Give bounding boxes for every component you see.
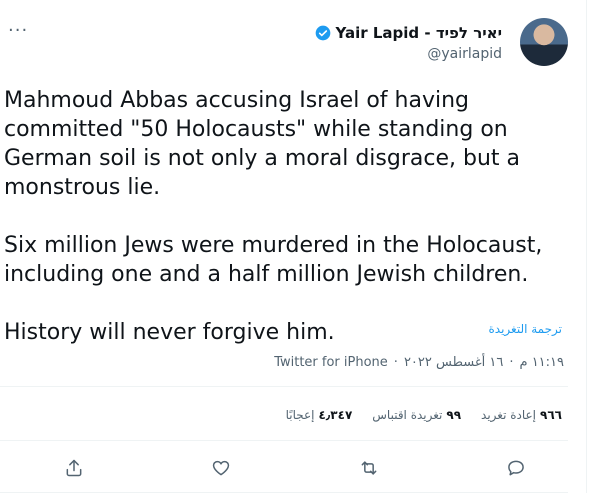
author-display-name[interactable]: Yair Lapid - יאיר לפיד [335,24,502,42]
retweet-icon [361,461,377,475]
verified-badge-icon [316,25,331,41]
quotes-count: ٩٩ [446,408,462,422]
tweet-actions [60,454,530,482]
tweet-text: Mahmoud Abbas accusing Israel of having … [4,86,574,347]
separator-dot: · [509,355,514,370]
divider [0,386,568,387]
retweets-count: ٩٦٦ [540,408,562,422]
quotes-label: تغريدة اقتباس [372,408,443,422]
reply-button[interactable] [502,454,530,482]
separator-dot: · [393,355,398,370]
retweet-button[interactable] [355,454,383,482]
likes-count: ٤٫٣٤٧ [318,408,353,422]
tweet-paragraph: Mahmoud Abbas accusing Israel of having … [4,88,521,200]
tweet-time[interactable]: ١١:١٩ م [520,355,565,370]
translate-tweet-link[interactable]: ترجمة التغريدة [488,322,562,336]
retweets-stat[interactable]: ٩٦٦ إعادة تغريد [481,408,562,422]
retweets-label: إعادة تغريد [481,408,537,422]
likes-stat[interactable]: ٤٫٣٤٧ إعجابًا [286,408,353,422]
tweet-stats: ٩٦٦ إعادة تغريد ٩٩ تغريدة اقتباس ٤٫٣٤٧ إ… [286,408,562,422]
like-button[interactable] [207,454,235,482]
quotes-stat[interactable]: ٩٩ تغريدة اقتباس [372,408,461,422]
share-icon [66,459,82,477]
divider [0,440,568,441]
reply-icon [508,460,524,476]
tweet-source[interactable]: Twitter for iPhone [274,355,388,370]
author-handle[interactable]: @yairlapid [427,46,502,62]
avatar[interactable] [520,18,568,66]
tweet-metadata: ١١:١٩ م · ١٦ أغسطس ٢٠٢٢ · Twitter for iP… [274,355,564,370]
author-name-row[interactable]: Yair Lapid - יאיר לפיד [315,24,502,42]
likes-label: إعجابًا [285,408,315,422]
tweet-paragraph: Six million Jews were murdered in the Ho… [4,233,543,287]
more-icon[interactable]: ··· [8,20,28,41]
share-button[interactable] [60,454,88,482]
tweet-date[interactable]: ١٦ أغسطس ٢٠٢٢ [404,355,503,370]
tweet-card: ··· Yair Lapid - יאיר לפיד @yairlapid Ma… [0,0,587,493]
heart-icon [213,460,230,476]
